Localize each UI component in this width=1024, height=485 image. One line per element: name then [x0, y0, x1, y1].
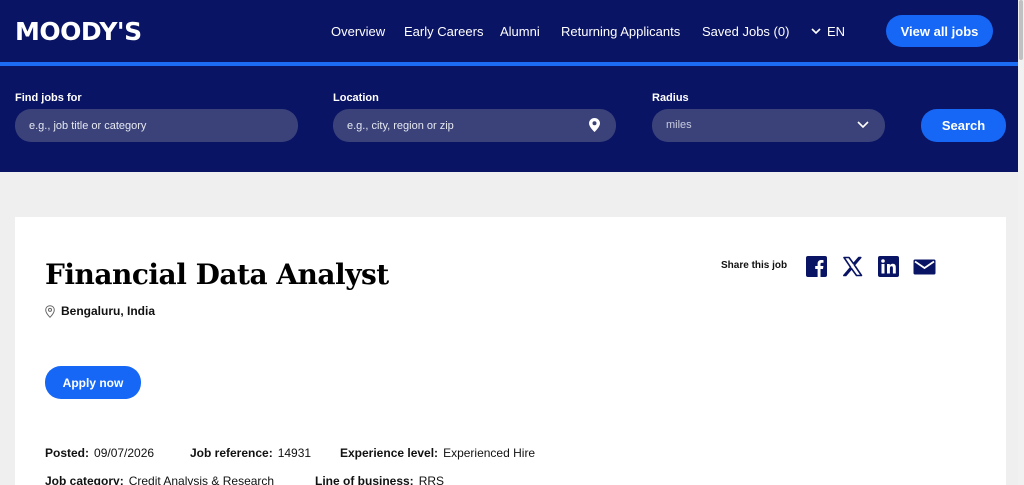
language-label: EN: [827, 24, 846, 39]
language-selector[interactable]: EN: [811, 24, 845, 39]
job-reference-value: 14931: [277, 446, 312, 460]
nav-item-saved-jobs[interactable]: Saved Jobs (0): [702, 24, 789, 39]
nav-item-early-careers[interactable]: Early Careers: [404, 24, 483, 39]
job-category-value: Credit Analysis & Research: [128, 474, 275, 485]
x-icon[interactable]: [842, 256, 863, 277]
scrollbar-thumb[interactable]: [1019, 0, 1023, 60]
line-of-business-value: RRS: [418, 474, 445, 485]
posted-value: 09/07/2026: [94, 446, 155, 460]
view-all-jobs-button[interactable]: View all jobs: [886, 15, 993, 47]
radius-label: Radius: [652, 92, 689, 104]
job-title: Financial Data Analyst: [45, 258, 389, 291]
posted-label: Posted:: [45, 446, 90, 460]
radius-select-value: miles: [666, 119, 692, 131]
share-job-label: Share this job: [721, 260, 788, 271]
experience-level-value: Experienced Hire: [443, 446, 536, 460]
job-location: Bengaluru, India: [45, 304, 155, 318]
moodys-logo[interactable]: MOODY'S: [15, 17, 142, 46]
job-reference: Job reference: 14931: [190, 446, 311, 460]
nav-item-overview[interactable]: Overview: [331, 24, 385, 39]
top-navigation-bar: MOODY'S Overview Early Careers Alumni Re…: [0, 0, 1018, 62]
experience-level-label: Experience level:: [340, 446, 439, 460]
job-search-panel: Find jobs for Location Radius miles Sear…: [0, 66, 1018, 172]
job-category: Job category: Credit Analysis & Research: [45, 474, 274, 485]
line-of-business: Line of business: RRS: [315, 474, 444, 485]
experience-level: Experience level: Experienced Hire: [340, 446, 535, 460]
facebook-icon[interactable]: [806, 256, 827, 277]
job-detail-card: Financial Data Analyst Bengaluru, India …: [15, 217, 1006, 485]
location-label: Location: [333, 92, 379, 104]
location-input[interactable]: [333, 109, 616, 142]
location-pin-icon: [45, 304, 55, 318]
linkedin-icon[interactable]: [878, 256, 899, 277]
nav-item-alumni[interactable]: Alumni: [500, 24, 540, 39]
chevron-down-icon: [857, 121, 869, 129]
page-scrollbar[interactable]: [1018, 0, 1024, 485]
job-reference-label: Job reference:: [190, 446, 273, 460]
job-location-text: Bengaluru, India: [61, 304, 156, 318]
email-icon[interactable]: [913, 256, 936, 277]
job-category-label: Job category:: [45, 474, 124, 485]
posted-date: Posted: 09/07/2026: [45, 446, 154, 460]
apply-now-button[interactable]: Apply now: [45, 366, 141, 399]
nav-item-returning-applicants[interactable]: Returning Applicants: [561, 24, 680, 39]
radius-select[interactable]: miles: [652, 109, 885, 142]
search-button[interactable]: Search: [921, 109, 1006, 142]
find-jobs-label: Find jobs for: [15, 92, 82, 104]
chevron-down-icon: [811, 28, 821, 35]
line-of-business-label: Line of business:: [315, 474, 414, 485]
keyword-search-input[interactable]: [15, 109, 298, 142]
